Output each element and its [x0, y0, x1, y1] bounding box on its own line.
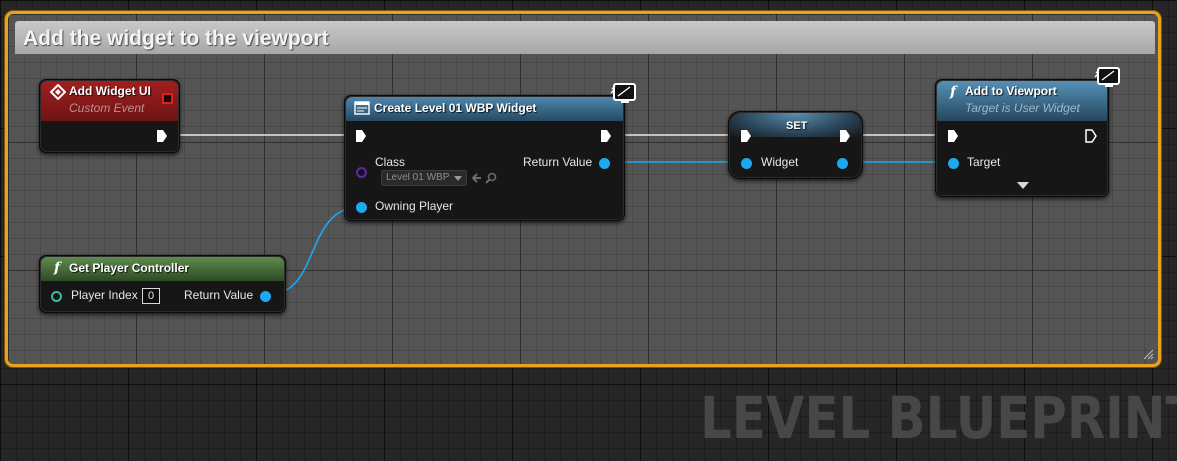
- node-add-to-viewport[interactable]: f Add to Viewport Target is User Widget …: [935, 79, 1109, 197]
- node-header: Add Widget UI Custom Event: [41, 81, 178, 121]
- exec-in-pin[interactable]: [740, 129, 752, 143]
- node-header: Create Level 01 WBP Widget: [346, 97, 623, 121]
- node-title: Get Player Controller: [69, 261, 190, 275]
- return-value-pin[interactable]: [260, 291, 271, 302]
- widget-out-pin[interactable]: [837, 158, 848, 169]
- use-selected-arrow-icon[interactable]: [471, 172, 483, 184]
- widget-in-pin[interactable]: [741, 158, 752, 169]
- exec-out-pin[interactable]: [156, 129, 168, 143]
- function-f-icon: f: [53, 260, 61, 276]
- class-dropdown[interactable]: Level 01 WBP: [381, 170, 467, 186]
- exec-in-pin[interactable]: [947, 129, 959, 143]
- node-subtitle: Target is User Widget: [965, 101, 1080, 115]
- node-header: f Get Player Controller: [41, 257, 284, 281]
- target-pin[interactable]: [948, 158, 959, 169]
- player-index-input[interactable]: 0: [142, 288, 160, 304]
- node-title: Add Widget UI: [69, 84, 151, 98]
- player-index-label: Player Index: [71, 288, 138, 302]
- expand-advanced-chevron-icon[interactable]: [1017, 182, 1029, 189]
- return-value-label: Return Value: [523, 155, 593, 169]
- player-index-pin[interactable]: [51, 291, 62, 302]
- node-title: SET: [786, 120, 808, 132]
- node-get-player-controller[interactable]: f Get Player Controller Player Index 0 R…: [39, 255, 286, 313]
- event-diamond-icon: [50, 84, 66, 100]
- class-dropdown-value: Level 01 WBP: [386, 172, 450, 183]
- node-add-widget-ui[interactable]: Add Widget UI Custom Event: [39, 79, 180, 153]
- class-pin[interactable]: [356, 167, 367, 178]
- delegate-pin[interactable]: [162, 93, 173, 104]
- monitor-icon: [1094, 67, 1120, 87]
- function-f-icon: f: [949, 84, 957, 100]
- exec-in-pin[interactable]: [355, 129, 367, 143]
- widget-label: Widget: [761, 155, 799, 169]
- monitor-icon: [610, 83, 636, 103]
- node-create-widget[interactable]: Create Level 01 WBP Widget Class Level 0…: [344, 95, 625, 221]
- exec-out-pin[interactable]: [1085, 129, 1097, 143]
- level-blueprint-watermark: LEVEL BLUEPRINT: [700, 384, 1177, 452]
- owning-player-pin[interactable]: [356, 202, 367, 213]
- widget-blueprint-icon: [354, 101, 370, 115]
- class-label: Class: [375, 155, 406, 169]
- node-title: Create Level 01 WBP Widget: [374, 101, 537, 115]
- node-set-widget[interactable]: SET Widget: [728, 111, 863, 179]
- node-title: Add to Viewport: [965, 84, 1057, 98]
- target-label: Target: [967, 155, 1001, 169]
- exec-out-pin[interactable]: [600, 129, 612, 143]
- exec-out-pin[interactable]: [839, 129, 851, 143]
- chevron-down-icon: [454, 176, 462, 181]
- node-subtitle: Custom Event: [69, 101, 145, 115]
- node-header: f Add to Viewport Target is User Widget: [937, 81, 1107, 121]
- owning-player-label: Owning Player: [375, 199, 454, 213]
- return-value-pin[interactable]: [599, 158, 610, 169]
- return-value-label: Return Value: [184, 288, 254, 302]
- browse-magnifier-icon[interactable]: [485, 172, 497, 184]
